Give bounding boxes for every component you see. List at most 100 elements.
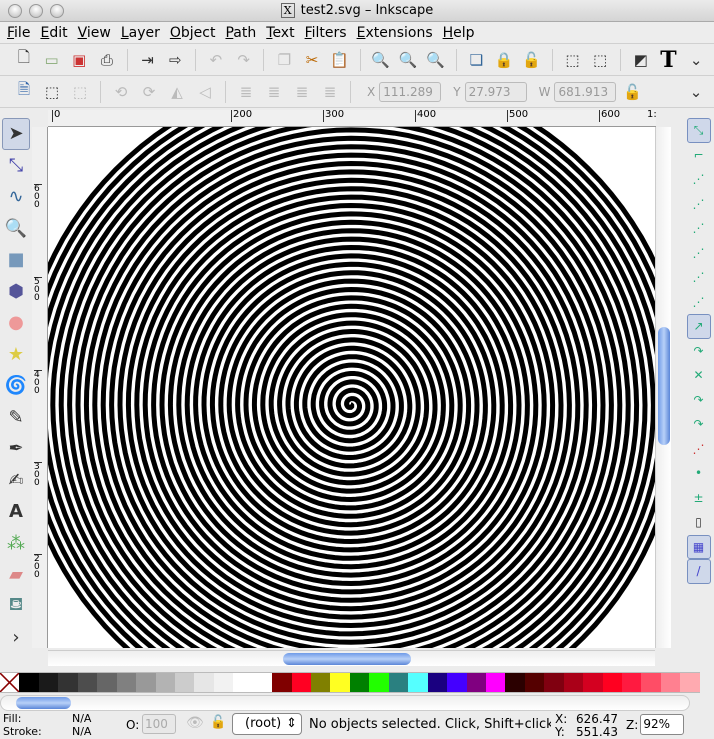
select-all-icon[interactable]: ⬚ xyxy=(40,80,64,104)
more-chevron-icon[interactable]: ⌄ xyxy=(684,48,708,72)
snap-nodes-icon[interactable]: ↗ xyxy=(686,314,711,339)
color-swatch[interactable] xyxy=(660,673,681,692)
color-swatch[interactable] xyxy=(408,673,428,692)
palette-scrollbar[interactable] xyxy=(0,695,690,711)
fill-stroke-icon[interactable]: ◩ xyxy=(629,48,653,72)
layer-dropdown[interactable]: (root) ⇕ xyxy=(232,713,302,735)
snap-bbox-corner-icon[interactable]: ⋰ xyxy=(687,192,711,217)
star-tool-icon[interactable]: ★ xyxy=(2,339,30,371)
color-swatch[interactable] xyxy=(155,673,175,692)
tweak-tool-icon[interactable]: ∿ xyxy=(2,181,30,213)
zoom-input[interactable]: 92% xyxy=(640,714,684,735)
ellipse-tool-icon[interactable]: ● xyxy=(2,307,30,339)
group-icon[interactable]: ❏ xyxy=(465,48,489,72)
color-swatch[interactable] xyxy=(563,673,584,692)
color-swatch[interactable] xyxy=(680,673,700,692)
pencil-tool-icon[interactable]: ✎ xyxy=(2,402,30,434)
flip-horizontal-icon[interactable]: ◭ xyxy=(165,80,189,104)
w-input[interactable]: 681.913 xyxy=(554,81,617,102)
color-swatch[interactable] xyxy=(447,673,467,692)
menu-extensions[interactable]: Extensions xyxy=(354,22,440,43)
undo-icon[interactable]: ↶ xyxy=(204,48,228,72)
zoom-drawing-icon[interactable]: 🔍 xyxy=(396,48,420,72)
horizontal-scrollbar[interactable] xyxy=(48,650,655,666)
color-swatch[interactable] xyxy=(19,673,39,692)
zoom-page-icon[interactable]: 🔍 xyxy=(424,48,448,72)
color-swatch[interactable] xyxy=(194,673,214,692)
spray-tool-icon[interactable]: ⁂ xyxy=(2,528,30,560)
zoom-selection-icon[interactable]: 🔍 xyxy=(369,48,393,72)
zoom-1to1-button[interactable]: 1:1 xyxy=(646,110,656,122)
menu-view[interactable]: View xyxy=(75,22,118,43)
horizontal-scroll-thumb[interactable] xyxy=(283,653,411,665)
zoom-tool-icon[interactable]: 🔍 xyxy=(2,213,30,245)
color-swatch[interactable] xyxy=(622,673,642,692)
pen-tool-icon[interactable]: ✒ xyxy=(2,433,30,465)
snap-rotation-center-icon[interactable]: ± xyxy=(687,486,711,511)
color-swatch[interactable] xyxy=(116,673,137,692)
snap-intersection-icon[interactable]: ✕ xyxy=(687,363,711,388)
minimize-window-button[interactable] xyxy=(29,4,43,18)
menu-object[interactable]: Object xyxy=(167,22,223,43)
more-chevron-icon[interactable]: ⌄ xyxy=(684,80,708,104)
color-swatch[interactable] xyxy=(58,673,78,692)
snap-page-icon[interactable]: ▯ xyxy=(687,510,711,535)
rotate-ccw-icon[interactable]: ⟲ xyxy=(109,80,133,104)
calligraphy-tool-icon[interactable]: ✍ xyxy=(2,465,30,497)
visibility-icon[interactable]: 👁 xyxy=(186,715,204,731)
menu-text[interactable]: Text xyxy=(263,22,301,43)
lock-icon[interactable]: 🔒 xyxy=(492,48,516,72)
color-swatch[interactable] xyxy=(349,673,370,692)
snap-center-icon[interactable]: • xyxy=(687,461,711,486)
color-swatch[interactable] xyxy=(524,673,545,692)
color-swatch[interactable] xyxy=(505,673,525,692)
vertical-scroll-thumb[interactable] xyxy=(658,327,670,445)
color-swatch[interactable] xyxy=(136,673,156,692)
rotate-cw-icon[interactable]: ⟳ xyxy=(137,80,161,104)
menu-help[interactable]: Help xyxy=(440,22,482,43)
color-swatch[interactable] xyxy=(330,673,350,692)
page-icon[interactable]: 🗎 xyxy=(12,80,36,104)
menu-file[interactable]: File xyxy=(4,22,37,43)
snap-midpoint-icon[interactable]: ⋰ xyxy=(687,437,711,462)
rectangle-tool-icon[interactable]: ■ xyxy=(2,244,30,276)
xml-editor-icon[interactable]: ⬚ xyxy=(561,48,585,72)
color-swatch[interactable] xyxy=(427,673,448,692)
snap-grid-icon[interactable]: ▦ xyxy=(686,534,711,559)
vertical-scrollbar[interactable] xyxy=(655,127,671,648)
menu-edit[interactable]: Edit xyxy=(37,22,74,43)
cut-icon[interactable]: ✂ xyxy=(300,48,324,72)
x-input[interactable]: 111.289 xyxy=(379,81,442,102)
new-document-icon[interactable]: 🗋 xyxy=(12,48,36,72)
zoom-window-button[interactable] xyxy=(50,4,64,18)
color-swatch[interactable] xyxy=(641,673,661,692)
text-tool-icon[interactable]: T xyxy=(657,47,681,73)
color-swatch[interactable] xyxy=(466,673,486,692)
color-swatch[interactable] xyxy=(272,673,292,692)
snap-cusp-icon[interactable]: ↷ xyxy=(687,388,711,413)
snap-guide-icon[interactable]: / xyxy=(686,559,711,584)
lower-icon[interactable]: ≣ xyxy=(290,80,314,104)
color-swatch[interactable] xyxy=(485,673,506,692)
color-swatch[interactable] xyxy=(213,673,234,692)
open-icon[interactable]: ▭ xyxy=(40,48,64,72)
snap-smooth-icon[interactable]: ↷ xyxy=(687,412,711,437)
snap-bbox-center-icon[interactable]: ⋰ xyxy=(687,241,711,266)
drawing-canvas[interactable] xyxy=(48,127,655,648)
color-swatch[interactable] xyxy=(77,673,98,692)
unlock-icon[interactable]: 🔓 xyxy=(520,48,544,72)
menu-path[interactable]: Path xyxy=(222,22,263,43)
opacity-input[interactable]: 100 xyxy=(142,714,176,734)
print-icon[interactable]: ⎙ xyxy=(95,48,119,72)
snap-path-icon[interactable]: ↷ xyxy=(687,339,711,364)
duplicate-icon[interactable]: ❐ xyxy=(272,48,296,72)
color-swatch[interactable] xyxy=(252,673,273,692)
lock-ratio-icon[interactable]: 🔓 xyxy=(620,80,644,104)
color-swatch[interactable] xyxy=(311,673,331,692)
paint-bucket-tool-icon[interactable]: ⛾ xyxy=(2,591,30,623)
eraser-tool-icon[interactable]: ▰ xyxy=(2,559,30,591)
y-input[interactable]: 27.973 xyxy=(464,81,527,102)
snap-bbox-edge-icon[interactable]: ⋰ xyxy=(687,167,711,192)
no-paint-swatch[interactable] xyxy=(0,673,20,692)
palette-scroll-thumb[interactable] xyxy=(16,697,71,709)
